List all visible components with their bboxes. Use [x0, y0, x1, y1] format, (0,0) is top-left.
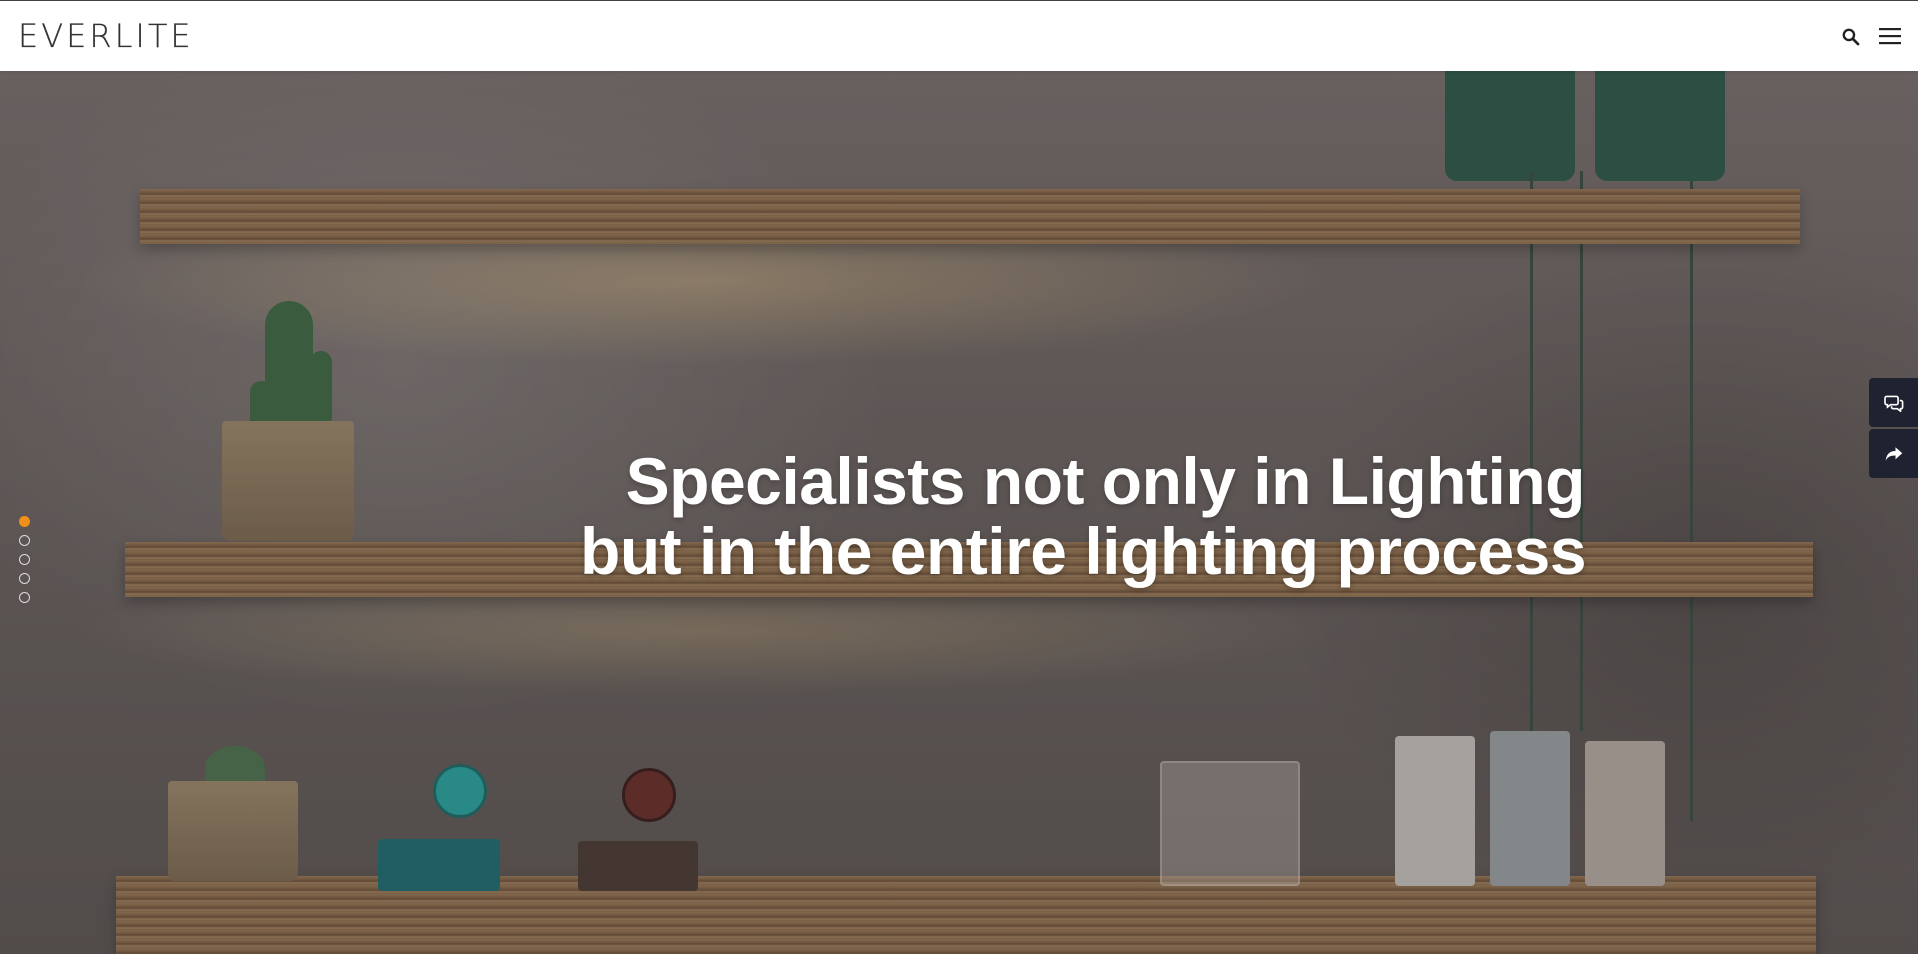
floating-side-actions — [1869, 378, 1918, 478]
slider-dot-5[interactable] — [19, 592, 30, 603]
chat-icon — [1883, 395, 1903, 412]
slider-dot-1[interactable] — [19, 516, 30, 527]
search-button[interactable] — [1838, 24, 1862, 48]
hero-headline-line-1: Specialists not only in Lighting — [625, 444, 1586, 518]
hero-headline: Specialists not only in Lighting but in … — [580, 444, 1587, 588]
slider-pagination — [19, 516, 30, 603]
chat-button[interactable] — [1869, 378, 1918, 427]
hamburger-menu-icon — [1879, 28, 1901, 45]
site-logo[interactable]: EVERLITE — [18, 20, 194, 52]
header-actions — [1838, 24, 1902, 48]
hero-slider: Specialists not only in Lighting but in … — [0, 71, 1918, 954]
search-icon — [1842, 28, 1859, 45]
share-icon — [1885, 446, 1902, 461]
menu-button[interactable] — [1878, 24, 1902, 48]
slider-dot-3[interactable] — [19, 554, 30, 565]
site-header: EVERLITE — [0, 1, 1918, 71]
hero-headline-line-2: but in the entire lighting process — [580, 514, 1587, 588]
slider-dot-4[interactable] — [19, 573, 30, 584]
share-button[interactable] — [1869, 429, 1918, 478]
slider-dot-2[interactable] — [19, 535, 30, 546]
